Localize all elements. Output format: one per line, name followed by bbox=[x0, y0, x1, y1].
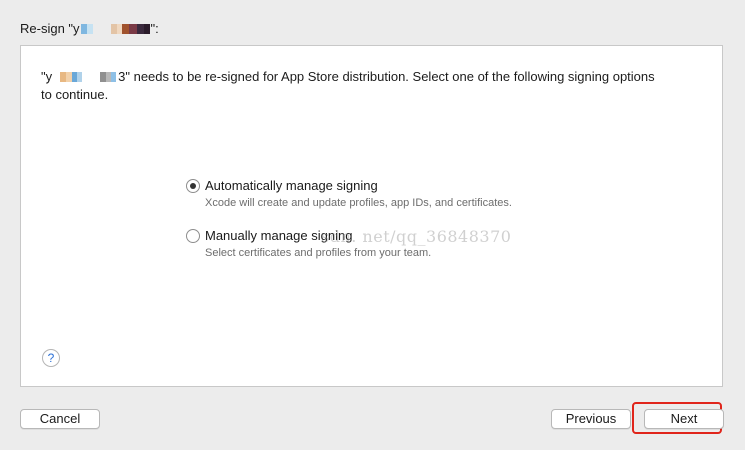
redacted-app-name bbox=[80, 23, 150, 34]
help-button[interactable]: ? bbox=[42, 349, 60, 367]
option-description: Select certificates and profiles from yo… bbox=[205, 247, 432, 259]
message-text: " needs to be re-signed for App Store di… bbox=[125, 69, 655, 84]
message-prefix: "y bbox=[41, 69, 53, 84]
dialog-title: Re-sign "y ": bbox=[20, 21, 159, 36]
next-button[interactable]: Next bbox=[644, 409, 724, 429]
message-line-2: to continue. bbox=[41, 87, 109, 102]
dialog-title-prefix: Re-sign "y bbox=[20, 21, 80, 36]
content-panel: "y 3 " needs to be re-signed for App Sto… bbox=[20, 45, 723, 387]
radio-manual-signing[interactable] bbox=[186, 229, 200, 243]
dialog-title-suffix: ": bbox=[150, 21, 159, 36]
message-line-1: "y 3 " needs to be re-signed for App Sto… bbox=[41, 68, 711, 86]
radio-automatic-signing[interactable] bbox=[186, 179, 200, 193]
option-description: Xcode will create and update profiles, a… bbox=[205, 197, 512, 209]
option-text: Automatically manage signing Xcode will … bbox=[205, 178, 512, 211]
redacted-app-name-inline bbox=[60, 72, 117, 82]
previous-button[interactable]: Previous bbox=[551, 409, 631, 429]
cancel-button[interactable]: Cancel bbox=[20, 409, 100, 429]
instruction-message: "y 3 " needs to be re-signed for App Sto… bbox=[41, 68, 711, 104]
message-fragment: 3 bbox=[118, 69, 126, 84]
option-automatic-signing[interactable]: Automatically manage signing Xcode will … bbox=[186, 178, 512, 211]
option-label: Automatically manage signing bbox=[205, 178, 378, 193]
watermark-text: sdn. net/qq_36848370 bbox=[321, 227, 512, 246]
